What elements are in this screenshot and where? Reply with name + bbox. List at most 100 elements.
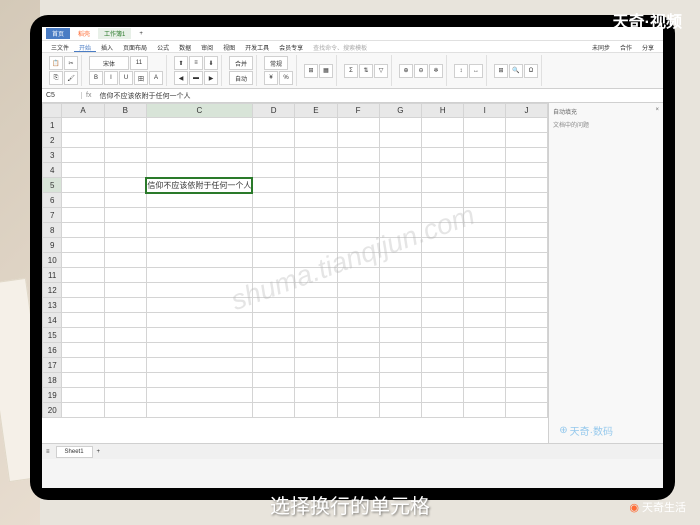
cell[interactable] [422, 358, 464, 373]
row-header[interactable]: 4 [43, 163, 62, 178]
cell[interactable] [104, 313, 146, 328]
cell[interactable] [337, 118, 379, 133]
cell[interactable] [464, 328, 506, 343]
cell[interactable] [295, 148, 337, 163]
ribbon-tab-file[interactable]: 三文件 [46, 41, 74, 52]
cell[interactable] [337, 373, 379, 388]
cell[interactable] [337, 148, 379, 163]
row-header[interactable]: 2 [43, 133, 62, 148]
cell[interactable] [104, 163, 146, 178]
row-header[interactable]: 13 [43, 298, 62, 313]
cell[interactable] [62, 178, 104, 193]
cell[interactable] [422, 373, 464, 388]
cell[interactable] [104, 178, 146, 193]
cell[interactable] [104, 148, 146, 163]
cell[interactable] [379, 148, 421, 163]
sheet-tab[interactable]: Sheet1 [56, 446, 93, 458]
cell[interactable] [422, 403, 464, 418]
formula-input[interactable]: 信仰不应该依附于任何一个人 [95, 91, 663, 101]
cell[interactable] [104, 283, 146, 298]
cell[interactable] [146, 208, 252, 223]
cell[interactable] [379, 133, 421, 148]
cell[interactable] [337, 403, 379, 418]
cell[interactable] [146, 388, 252, 403]
workbook-tab[interactable]: 工作簿1 [98, 28, 131, 39]
cell[interactable] [464, 178, 506, 193]
underline-button[interactable]: U [119, 71, 133, 85]
row-header[interactable]: 17 [43, 358, 62, 373]
cell[interactable] [422, 148, 464, 163]
cell[interactable] [379, 163, 421, 178]
cell[interactable] [464, 253, 506, 268]
cell[interactable] [62, 133, 104, 148]
col-width-button[interactable]: ↔ [469, 64, 483, 78]
cond-format-button[interactable]: ⊞ [304, 64, 318, 78]
cell[interactable] [252, 358, 294, 373]
sheet-menu-icon[interactable]: ≡ [46, 449, 50, 455]
cell[interactable] [295, 343, 337, 358]
cell[interactable] [379, 208, 421, 223]
cell[interactable] [62, 313, 104, 328]
cell[interactable] [337, 268, 379, 283]
cell[interactable] [146, 403, 252, 418]
cell[interactable] [252, 268, 294, 283]
cell[interactable] [104, 298, 146, 313]
cell[interactable] [252, 313, 294, 328]
wrap-button[interactable]: 自动 [229, 71, 253, 85]
col-header-C[interactable]: C [146, 104, 252, 118]
cell[interactable] [506, 388, 548, 403]
cell[interactable] [252, 253, 294, 268]
cell[interactable] [252, 343, 294, 358]
col-header-A[interactable]: A [62, 104, 104, 118]
name-box[interactable]: C5 [42, 92, 82, 99]
cell[interactable] [146, 163, 252, 178]
delete-row-button[interactable]: ⊖ [414, 64, 428, 78]
cell[interactable] [146, 118, 252, 133]
cell[interactable] [464, 298, 506, 313]
sum-button[interactable]: Σ [344, 64, 358, 78]
cell[interactable] [252, 373, 294, 388]
cell[interactable] [379, 118, 421, 133]
font-size[interactable]: 11 [130, 56, 148, 70]
insert-row-button[interactable]: ⊕ [399, 64, 413, 78]
cell[interactable] [464, 343, 506, 358]
cell[interactable] [379, 253, 421, 268]
start-tab[interactable]: 稻壳 [72, 28, 96, 39]
cell[interactable] [252, 223, 294, 238]
cell[interactable] [62, 343, 104, 358]
font-select[interactable]: 宋体 [89, 56, 129, 70]
cell[interactable] [104, 373, 146, 388]
cell[interactable] [62, 118, 104, 133]
col-header-J[interactable]: J [506, 104, 548, 118]
cell[interactable] [104, 388, 146, 403]
cell[interactable] [506, 268, 548, 283]
cell[interactable] [337, 343, 379, 358]
cell[interactable] [422, 208, 464, 223]
cell[interactable] [464, 133, 506, 148]
cell[interactable] [506, 118, 548, 133]
cell[interactable] [146, 298, 252, 313]
cell[interactable] [379, 403, 421, 418]
cell[interactable] [62, 268, 104, 283]
cell[interactable] [422, 253, 464, 268]
cell[interactable] [62, 193, 104, 208]
cell[interactable] [422, 313, 464, 328]
percent-button[interactable]: % [279, 71, 293, 85]
cell[interactable] [337, 388, 379, 403]
cell[interactable] [337, 238, 379, 253]
cell[interactable] [295, 208, 337, 223]
cell[interactable] [337, 298, 379, 313]
cell[interactable] [337, 223, 379, 238]
cell[interactable] [422, 238, 464, 253]
row-header[interactable]: 18 [43, 373, 62, 388]
cell[interactable] [295, 373, 337, 388]
ribbon-tab-start[interactable]: 开始 [74, 41, 96, 52]
cut-button[interactable]: ✂ [64, 56, 78, 70]
cell[interactable] [252, 193, 294, 208]
sort-button[interactable]: ⇅ [359, 64, 373, 78]
cell[interactable] [295, 403, 337, 418]
cell[interactable] [146, 238, 252, 253]
cell[interactable] [252, 328, 294, 343]
align-bot-button[interactable]: ⬇ [204, 56, 218, 70]
cell[interactable] [379, 193, 421, 208]
